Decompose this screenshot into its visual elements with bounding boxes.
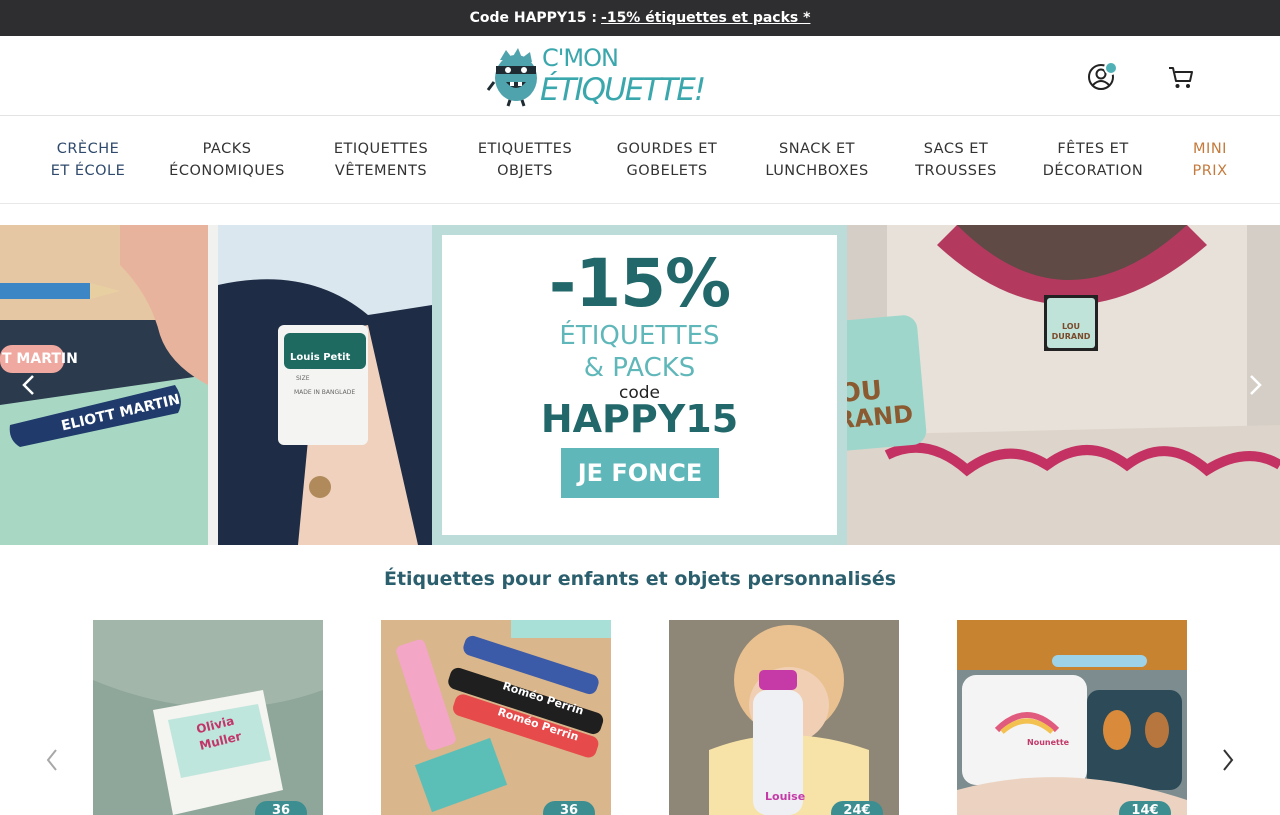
product-photo-knit-label bbox=[93, 620, 323, 815]
name-sticker: LOU DURAND bbox=[847, 314, 928, 456]
promo-cta-button[interactable]: JE FONCE bbox=[561, 448, 719, 498]
nav-label: VÊTEMENTS bbox=[334, 163, 428, 179]
nav-item-snack[interactable]: SNACK ET LUNCHBOXES bbox=[765, 138, 868, 182]
nav-item-etiquettes-objets[interactable]: ETIQUETTES OBJETS bbox=[478, 138, 572, 182]
monster-mascot-icon bbox=[486, 48, 537, 107]
sticker-line-2: DURAND bbox=[847, 399, 915, 438]
promo-link[interactable]: -15% étiquettes et packs * bbox=[601, 10, 810, 26]
promo-line-1: ÉTIQUETTES bbox=[559, 321, 720, 351]
promo-percent: -15% bbox=[548, 245, 731, 322]
site-header: C'MON ÉTIQUETTE! bbox=[0, 36, 1280, 116]
hero-photo-shirt bbox=[218, 225, 432, 545]
tag-origin: MADE IN BANGLADE bbox=[294, 389, 356, 396]
small-tag-line-1: LOU bbox=[1061, 322, 1081, 331]
card-label-1: Louise bbox=[765, 790, 806, 803]
nav-label: TROUSSES bbox=[915, 163, 997, 179]
nav-item-packs[interactable]: PACKS ÉCONOMIQUES bbox=[169, 138, 285, 182]
nav-label: MINI bbox=[1193, 141, 1227, 157]
chevron-right-icon[interactable] bbox=[1240, 370, 1270, 400]
product-photo-lunchbox bbox=[957, 620, 1187, 815]
nav-label: GOURDES ET bbox=[616, 141, 718, 157]
product-card-vetements[interactable]: Olivia Muller 36 bbox=[93, 620, 323, 815]
nav-label: ETIQUETTES bbox=[333, 141, 429, 157]
promo-card: -15% ÉTIQUETTES & PACKS code HAPPY15 JE … bbox=[442, 235, 837, 535]
nav-label: GOBELETS bbox=[626, 163, 708, 179]
price-badge: 24€ bbox=[831, 801, 883, 815]
nav-item-etiquettes-vetements[interactable]: ETIQUETTES VÊTEMENTS bbox=[334, 138, 428, 182]
nav-label: OBJETS bbox=[497, 163, 553, 179]
logo-text-top: C'MON bbox=[542, 44, 619, 72]
tag-size: SIZE bbox=[296, 375, 310, 382]
product-card-gourdes[interactable]: Louise 24€ bbox=[669, 620, 899, 815]
nav-label: SACS ET bbox=[923, 141, 989, 157]
hero-image-sweater: LOU DURAND LOU DURAND bbox=[847, 225, 1280, 545]
promo-code-text: Code HAPPY15 : bbox=[469, 10, 598, 26]
hero-image-shirt-tag: Louis Petit SIZE MADE IN BANGLADE bbox=[218, 225, 432, 545]
nav-label: CRÈCHE bbox=[56, 141, 120, 157]
nav-label: PACKS bbox=[202, 141, 252, 157]
product-card-lunchbox[interactable]: Nounette 14€ bbox=[957, 620, 1187, 815]
main-navigation: CRÈCHE ET ÉCOLE PACKS ÉCONOMIQUES ETIQUE… bbox=[0, 116, 1280, 204]
nav-item-mini-prix[interactable]: MINI PRIX bbox=[1192, 138, 1227, 182]
promo-line-2: & PACKS bbox=[583, 353, 696, 383]
nav-item-fetes[interactable]: FÊTES ET DÉCORATION bbox=[1043, 138, 1144, 182]
price-badge: 14€ bbox=[1119, 801, 1171, 815]
product-photo-bottle-child bbox=[669, 620, 899, 815]
price-badge: 36 bbox=[543, 801, 595, 815]
product-card-objets[interactable]: Roméo Perrin Roméo Perrin 36 bbox=[381, 620, 611, 815]
logo-text-bottom: ÉTIQUETTE! bbox=[540, 72, 706, 108]
nav-label: LUNCHBOXES bbox=[765, 163, 869, 179]
small-tag-line-2: DURAND bbox=[1051, 332, 1091, 341]
chevron-left-icon[interactable] bbox=[14, 370, 44, 400]
nav-label: DÉCORATION bbox=[1042, 163, 1144, 179]
hero-promo-panel: -15% ÉTIQUETTES & PACKS code HAPPY15 JE … bbox=[432, 225, 847, 545]
nav-item-sacs[interactable]: SACS ET TROUSSES bbox=[915, 138, 997, 182]
shopping-cart-icon[interactable] bbox=[1166, 62, 1196, 92]
promo-bar: Code HAPPY15 : -15% étiquettes et packs … bbox=[0, 0, 1280, 36]
promo-code-value: HAPPY15 bbox=[540, 397, 739, 441]
tag-name: Louis Petit bbox=[290, 352, 351, 363]
site-logo[interactable]: C'MON ÉTIQUETTE! bbox=[486, 42, 706, 112]
nav-item-creche[interactable]: CRÈCHE ET ÉCOLE bbox=[51, 138, 126, 182]
nav-label: ETIQUETTES bbox=[477, 141, 573, 157]
price-badge: 36 bbox=[255, 801, 307, 815]
hero-banner[interactable]: T MARTIN ELIOTT MARTIN Louis Petit SIZE … bbox=[0, 225, 1280, 545]
chevron-right-icon[interactable] bbox=[1212, 745, 1242, 775]
nav-item-gourdes[interactable]: GOURDES ET GOBELETS bbox=[617, 138, 718, 182]
section-title: Étiquettes pour enfants et objets person… bbox=[383, 568, 897, 590]
nav-label: SNACK ET bbox=[779, 141, 855, 157]
notification-dot bbox=[1104, 61, 1118, 75]
chevron-left-icon[interactable] bbox=[38, 745, 68, 775]
nav-label: ÉCONOMIQUES bbox=[169, 163, 285, 179]
nav-label: FÊTES ET bbox=[1057, 141, 1129, 157]
nav-label: PRIX bbox=[1192, 163, 1228, 179]
label-text-1: T MARTIN bbox=[2, 351, 78, 367]
nav-label: ET ÉCOLE bbox=[50, 163, 126, 179]
card-label-1: Nounette bbox=[1027, 738, 1070, 747]
